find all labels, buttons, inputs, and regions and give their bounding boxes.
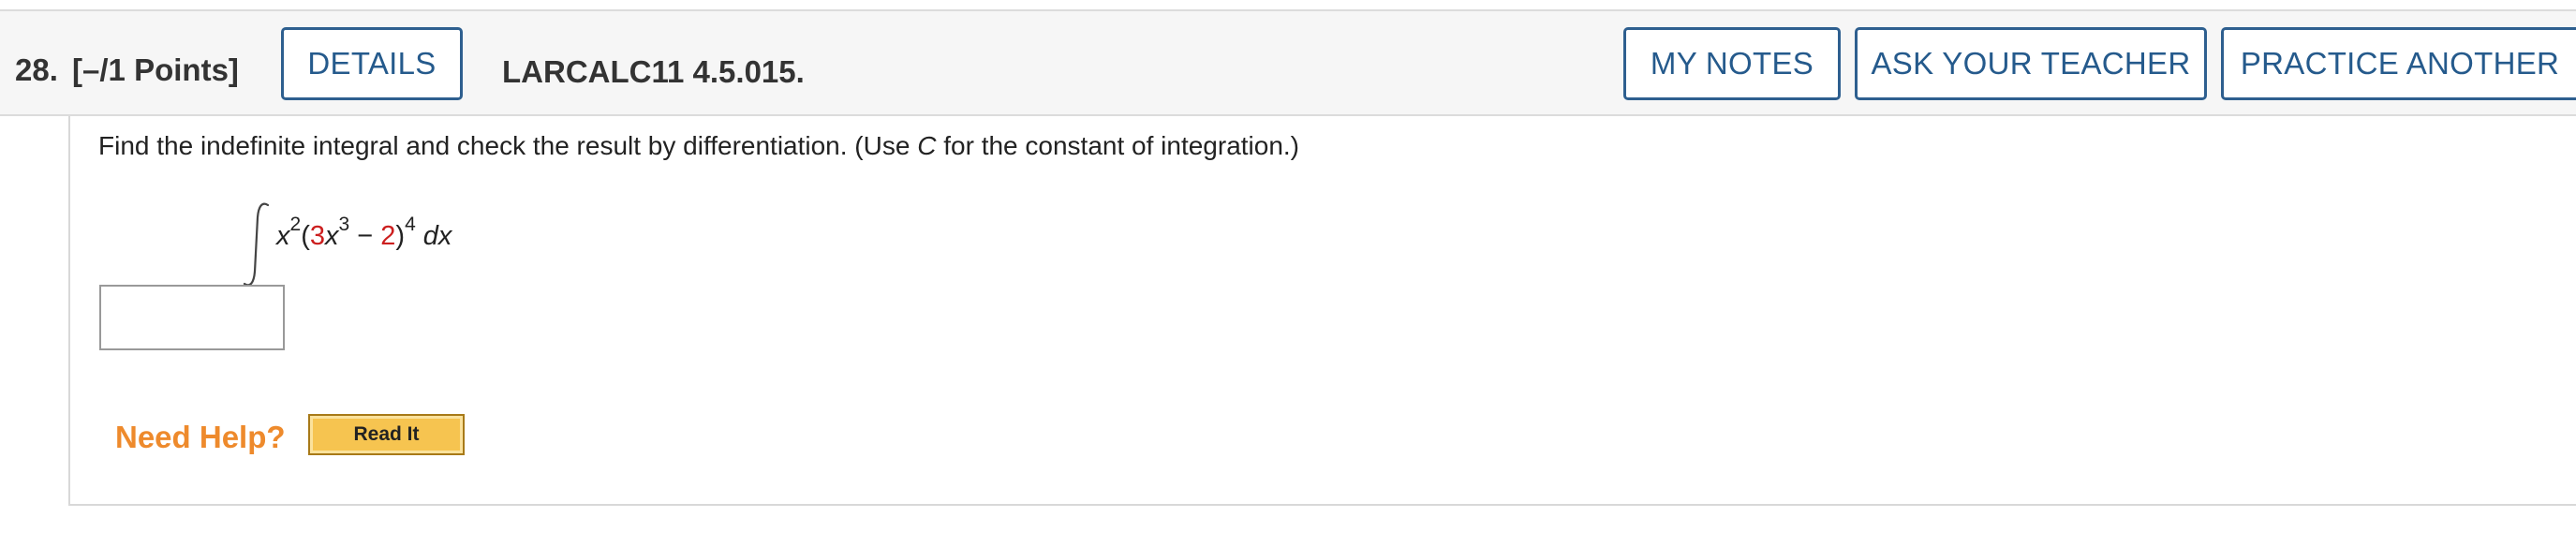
prompt-text-start: Find the indefinite integral and check t…	[98, 131, 918, 160]
inner-var: x	[325, 221, 339, 251]
integrand-base-exponent: 2	[289, 214, 302, 236]
details-button[interactable]: DETAILS	[281, 27, 463, 100]
practice-another-button[interactable]: PRACTICE ANOTHER	[2221, 27, 2576, 100]
my-notes-button[interactable]: MY NOTES	[1623, 27, 1841, 100]
ask-your-teacher-button[interactable]: ASK YOUR TEACHER	[1855, 27, 2207, 100]
constant-term: 2	[380, 221, 396, 251]
read-it-button[interactable]: Read It	[308, 414, 465, 455]
question-page: 28. [–/1 Points] DETAILS LARCALC11 4.5.0…	[0, 0, 2576, 547]
points-label: [–/1 Points]	[72, 52, 239, 87]
problem-id: LARCALC11 4.5.015.	[502, 54, 805, 89]
prompt-text-end: for the constant of integration.)	[936, 131, 1300, 160]
integrand-base-var: x	[276, 221, 290, 251]
prompt-constant-variable: C	[917, 131, 937, 160]
integral-sign-icon	[243, 202, 270, 287]
need-help-label: Need Help?	[115, 420, 286, 454]
question-number-label: 28.	[15, 52, 58, 87]
minus-sign: −	[349, 221, 381, 251]
integrand: x2(3x3 − 2)4 dx	[276, 214, 452, 252]
question-header: 28. [–/1 Points] DETAILS LARCALC11 4.5.0…	[0, 9, 2576, 116]
coefficient: 3	[309, 221, 325, 251]
question-number: 28. [–/1 Points]	[15, 52, 239, 88]
differential: dx	[415, 221, 452, 251]
question-body: Find the indefinite integral and check t…	[68, 116, 2576, 506]
outer-exponent: 4	[405, 214, 416, 236]
close-paren: )	[395, 221, 406, 251]
inner-exponent: 3	[338, 214, 350, 236]
answer-input[interactable]	[99, 285, 285, 350]
question-prompt: Find the indefinite integral and check t…	[98, 131, 1299, 161]
open-paren: (	[301, 221, 310, 251]
